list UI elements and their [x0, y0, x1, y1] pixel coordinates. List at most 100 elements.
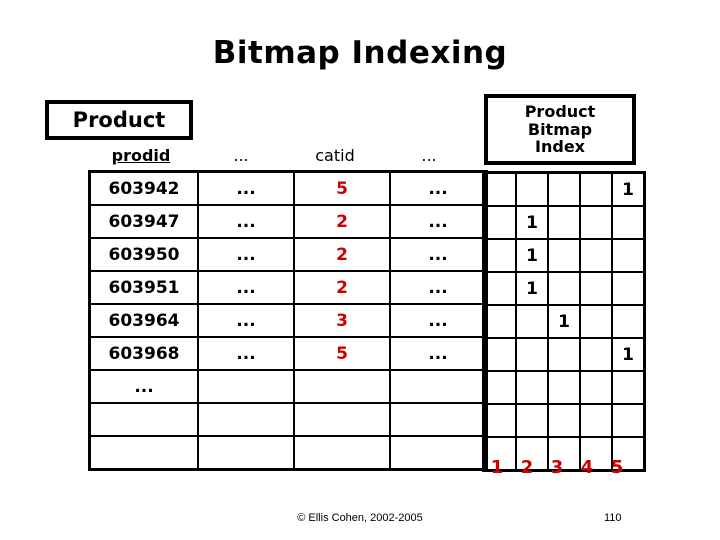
bitmap-cell — [515, 337, 549, 372]
bitmap-row: 1 — [482, 238, 646, 273]
bitmap-cell — [611, 370, 646, 405]
column-header-prodid: prodid — [111, 145, 171, 165]
bitmap-cell — [547, 171, 581, 207]
cell-catid: 3 — [293, 303, 391, 338]
bitmap-cell — [611, 238, 646, 273]
bitmap-index-label-line-2: Bitmap — [527, 119, 593, 139]
bitmap-cell — [611, 205, 646, 240]
bitmap-cell — [482, 238, 517, 273]
bitmap-cell: 1 — [515, 238, 549, 273]
bitmap-cell — [579, 403, 613, 438]
product-entity-label: Product — [72, 107, 166, 132]
column-header-dots-1: ... — [233, 145, 249, 165]
cell-catid: 2 — [293, 204, 391, 239]
page-title: Bitmap Indexing — [212, 35, 508, 71]
bitmap-grid-table: 1 1 1 1 1 1 — [482, 171, 646, 472]
bitmap-cell: 1 — [547, 304, 581, 339]
cell-dots-2: ... — [389, 336, 488, 371]
table-row: 603964 ... 3 ... — [88, 303, 488, 338]
cell-catid: 5 — [293, 336, 391, 371]
cell-prodid: ... — [88, 369, 199, 404]
cell-dots-1 — [197, 402, 295, 437]
cell-dots-1: ... — [197, 336, 295, 371]
table-row: ... — [88, 369, 488, 404]
bitmap-cell — [515, 370, 549, 405]
cell-dots-1 — [197, 435, 295, 471]
cell-prodid — [88, 435, 199, 471]
cell-dots-2 — [389, 402, 488, 437]
cell-prodid: 603964 — [88, 303, 199, 338]
product-table: prodid ... catid ... 603942 ... 5 ... 60… — [88, 140, 488, 471]
table-row: 603950 ... 2 ... — [88, 237, 488, 272]
bitmap-cell — [579, 271, 613, 306]
table-row: 603947 ... 2 ... — [88, 204, 488, 239]
bitmap-cell — [482, 271, 517, 306]
bitmap-cell — [579, 337, 613, 372]
bitmap-cell: 1 — [515, 205, 549, 240]
product-entity-box: Product — [45, 100, 193, 140]
bitmap-cell — [547, 238, 581, 273]
footer-page-number: 110 — [604, 512, 622, 524]
bitmap-cell: 1 — [611, 337, 646, 372]
bitmap-cell — [547, 205, 581, 240]
table-row — [88, 402, 488, 437]
bitmap-column-label-2: 2 — [520, 457, 534, 478]
bitmap-cell — [482, 370, 517, 405]
bitmap-cell — [482, 337, 517, 372]
bitmap-cell — [547, 403, 581, 438]
cell-dots-1: ... — [197, 303, 295, 338]
table-row: 603951 ... 2 ... — [88, 270, 488, 305]
cell-prodid: 603968 — [88, 336, 199, 371]
bitmap-row: 1 — [482, 304, 646, 339]
bitmap-cell — [579, 238, 613, 273]
bitmap-cell — [515, 171, 549, 207]
bitmap-cell — [611, 304, 646, 339]
bitmap-index-box: Product Bitmap Index — [484, 94, 636, 165]
cell-dots-2: ... — [389, 170, 488, 206]
bitmap-column-label-3: 3 — [550, 457, 564, 478]
bitmap-cell — [611, 271, 646, 306]
cell-dots-2: ... — [389, 270, 488, 305]
cell-prodid: 603951 — [88, 270, 199, 305]
cell-dots-2 — [389, 369, 488, 404]
bitmap-cell — [547, 271, 581, 306]
cell-catid: 2 — [293, 237, 391, 272]
bitmap-row: 1 — [482, 171, 646, 207]
bitmap-index-label-line-3: Index — [535, 137, 585, 157]
cell-catid: 5 — [293, 170, 391, 206]
bitmap-cell — [482, 171, 517, 207]
table-row: 603942 ... 5 ... — [88, 170, 488, 206]
bitmap-row: 1 — [482, 205, 646, 240]
bitmap-cell — [515, 304, 549, 339]
bitmap-index-grid: 1 1 1 1 1 1 — [482, 171, 646, 472]
bitmap-cell — [579, 205, 613, 240]
bitmap-cell — [611, 403, 646, 438]
cell-dots-2: ... — [389, 237, 488, 272]
bitmap-cell — [482, 205, 517, 240]
cell-prodid: 603942 — [88, 170, 199, 206]
bitmap-row: 1 — [482, 271, 646, 306]
bitmap-column-label-5: 5 — [610, 457, 624, 478]
column-header-catid: catid — [315, 145, 355, 165]
cell-dots-1: ... — [197, 204, 295, 239]
table-row — [88, 435, 488, 471]
bitmap-row — [482, 370, 646, 405]
bitmap-cell: 1 — [515, 271, 549, 306]
bitmap-row — [482, 403, 646, 438]
bitmap-cell — [547, 337, 581, 372]
bitmap-cell — [579, 171, 613, 207]
cell-prodid: 603947 — [88, 204, 199, 239]
cell-catid — [293, 369, 391, 404]
cell-catid — [293, 435, 391, 471]
bitmap-cell — [547, 370, 581, 405]
bitmap-cell — [515, 403, 549, 438]
cell-prodid: 603950 — [88, 237, 199, 272]
column-header-dots-2: ... — [421, 145, 437, 165]
bitmap-column-label-4: 4 — [580, 457, 594, 478]
cell-dots-1: ... — [197, 170, 295, 206]
bitmap-cell — [579, 304, 613, 339]
cell-prodid — [88, 402, 199, 437]
cell-dots-2: ... — [389, 303, 488, 338]
table-header-row: prodid ... catid ... — [88, 140, 476, 170]
product-table-header: prodid ... catid ... — [88, 140, 476, 170]
